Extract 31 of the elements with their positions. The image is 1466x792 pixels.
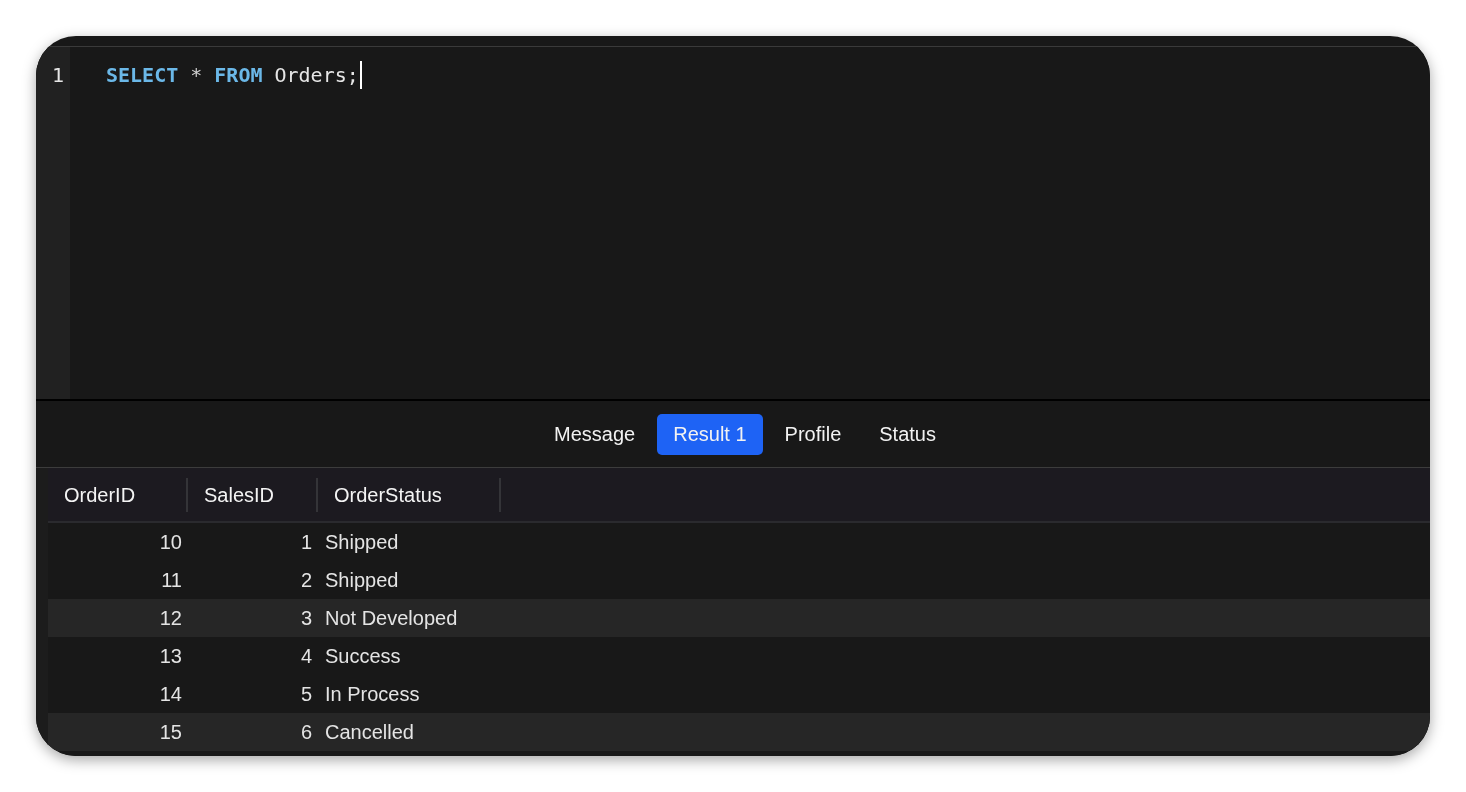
table-cell-text: In Process (324, 682, 421, 706)
column-header[interactable]: OrderID (48, 477, 188, 512)
table-cell-text: 1 (299, 530, 313, 554)
result-tab[interactable]: Message (538, 413, 652, 455)
line-number: 1 (52, 63, 66, 87)
table-cell-text: Cancelled (324, 720, 415, 744)
table-cell-text: 2 (299, 568, 313, 592)
table-cell-text: 14 (158, 682, 183, 706)
text-cursor (359, 61, 362, 89)
table-cell-text: 15 (158, 720, 183, 744)
code-token: SELECT (106, 63, 179, 87)
code-token: * (190, 63, 203, 87)
code-token: Orders; (274, 63, 359, 87)
table-cell-text: Shipped (324, 530, 400, 554)
table-cell-text: 6 (299, 720, 313, 744)
table-cell-text: Shipped (324, 568, 400, 592)
result-tab[interactable]: Status (863, 413, 952, 455)
table-cell-text: 10 (158, 530, 183, 554)
table-cell-text: 11 (160, 568, 183, 592)
column-header[interactable]: SalesID (188, 477, 318, 512)
code-token: FROM (214, 63, 263, 87)
table-cell-text: Success (324, 644, 402, 668)
table-cell-text: 3 (299, 606, 313, 630)
column-header[interactable]: OrderStatus (318, 477, 501, 512)
table-cell-text: Not Developed (324, 606, 459, 630)
table-cell-text: 4 (299, 644, 313, 668)
table-cell-text: 12 (158, 606, 183, 630)
result-tab[interactable]: Result 1 (657, 413, 763, 455)
table-cell-text: 13 (158, 644, 183, 668)
result-tab[interactable]: Profile (768, 413, 858, 455)
table-cell-text: 5 (299, 682, 313, 706)
